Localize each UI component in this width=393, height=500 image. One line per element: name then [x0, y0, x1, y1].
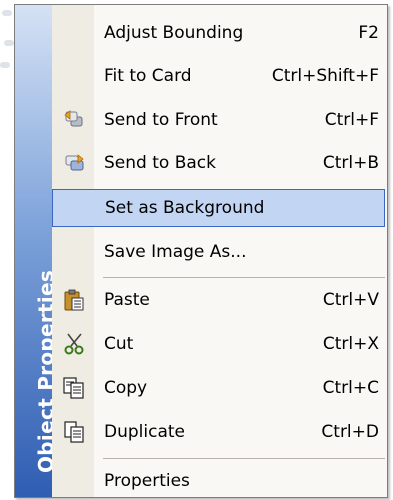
menu-item-label: Copy [104, 378, 148, 398]
menu-separator [103, 458, 385, 459]
background-strip [0, 0, 14, 498]
menu-item-label: Properties [104, 471, 190, 491]
menu-item-shortcut: Ctrl+B [322, 153, 379, 173]
send-to-front-icon [62, 108, 86, 132]
menu-item-cut[interactable]: Cut Ctrl+X [52, 325, 385, 363]
menu-item-save-image-as[interactable]: Save Image As... [52, 233, 385, 271]
menu-item-paste[interactable]: Paste Ctrl+V [52, 281, 385, 319]
menu-item-shortcut: Ctrl+C [322, 378, 379, 398]
menu-item-label: Cut [104, 334, 134, 354]
background-mark [4, 40, 14, 46]
menu-item-properties[interactable]: Properties [52, 462, 385, 500]
menu-side-band: Object Properties [15, 5, 58, 497]
menu-separator [103, 277, 385, 278]
cut-icon [62, 332, 86, 356]
menu-item-duplicate[interactable]: Duplicate Ctrl+D [52, 413, 385, 451]
menu-item-label: Paste [104, 290, 150, 310]
context-menu: Object Properties Adjust Bounding F2 Fit… [14, 4, 388, 498]
menu-item-shortcut: Ctrl+X [322, 334, 379, 354]
menu-item-set-as-background[interactable]: Set as Background [52, 189, 385, 227]
background-mark [0, 62, 10, 68]
copy-icon [62, 376, 86, 400]
menu-item-label: Save Image As... [104, 242, 247, 262]
menu-item-copy[interactable]: Copy Ctrl+C [52, 369, 385, 407]
menu-item-label: Adjust Bounding [104, 23, 244, 43]
menu-item-label: Set as Background [105, 198, 265, 218]
menu-item-shortcut: Ctrl+V [322, 290, 379, 310]
duplicate-icon [62, 420, 86, 444]
send-to-back-icon [62, 151, 86, 175]
menu-item-label: Duplicate [104, 422, 185, 442]
menu-item-label: Fit to Card [104, 66, 192, 86]
paste-icon [62, 288, 86, 312]
menu-item-label: Send to Front [104, 110, 218, 130]
menu-item-label: Send to Back [104, 153, 216, 173]
menu-item-shortcut: Ctrl+F [324, 110, 379, 130]
menu-item-adjust-bounding[interactable]: Adjust Bounding F2 [52, 14, 385, 52]
menu-item-send-to-back[interactable]: Send to Back Ctrl+B [52, 144, 385, 182]
menu-item-shortcut: Ctrl+Shift+F [271, 66, 379, 86]
menu-item-send-to-front[interactable]: Send to Front Ctrl+F [52, 101, 385, 139]
menu-item-fit-to-card[interactable]: Fit to Card Ctrl+Shift+F [52, 57, 385, 95]
background-mark [2, 10, 12, 16]
menu-item-shortcut: Ctrl+D [321, 422, 379, 442]
menu-item-shortcut: F2 [358, 23, 379, 43]
